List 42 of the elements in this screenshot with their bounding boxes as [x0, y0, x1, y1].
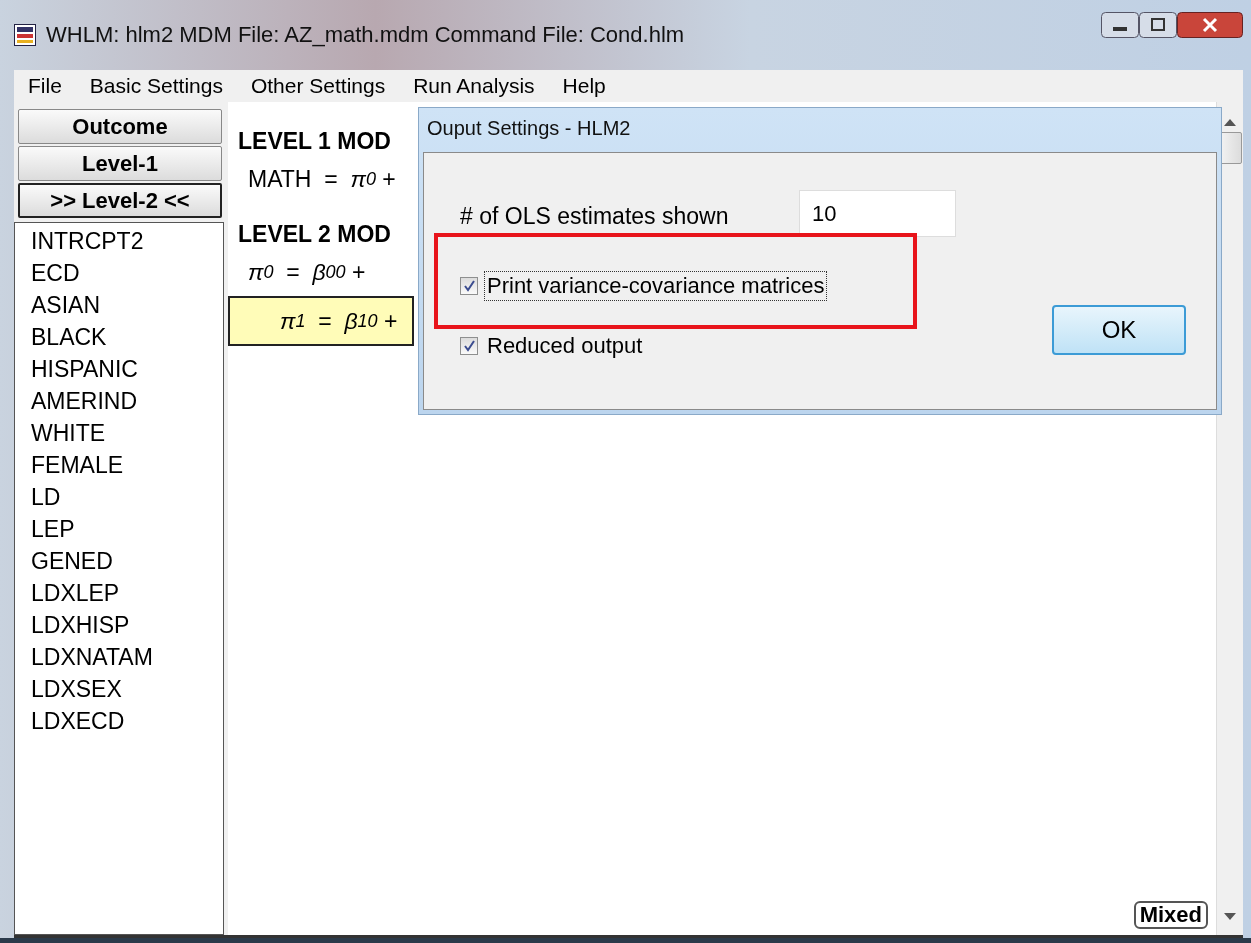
- close-icon[interactable]: [1177, 12, 1243, 38]
- variable-item[interactable]: LDXHISP: [31, 609, 130, 641]
- level-button[interactable]: Outcome: [18, 109, 222, 144]
- app-icon: [14, 24, 36, 46]
- variable-item[interactable]: INTRCPT2: [31, 225, 144, 257]
- variable-item[interactable]: ECD: [31, 257, 80, 289]
- level-button[interactable]: >> Level-2 <<: [18, 183, 222, 218]
- variable-item[interactable]: GENED: [31, 545, 113, 577]
- section-heading: LEVEL 2 MOD: [238, 221, 391, 248]
- scroll-up-icon[interactable]: [1224, 118, 1236, 126]
- field-label: # of OLS estimates shown: [460, 203, 729, 230]
- checkbox-label[interactable]: Reduced output: [484, 331, 646, 361]
- menu-item[interactable]: File: [14, 74, 76, 98]
- variable-item[interactable]: LDXNATAM: [31, 641, 153, 673]
- menu-item[interactable]: Basic Settings: [75, 74, 237, 98]
- maximize-icon[interactable]: [1139, 12, 1177, 38]
- variable-item[interactable]: LDXSEX: [31, 673, 122, 705]
- variable-item[interactable]: FEMALE: [31, 449, 124, 481]
- menu-item[interactable]: Help: [548, 74, 620, 98]
- variable-item[interactable]: WHITE: [31, 417, 106, 449]
- window-title: WHLM: hlm2 MDM File: AZ_math.mdm Command File: Cond.hlm: [46, 22, 685, 48]
- section-heading: LEVEL 1 MOD: [238, 128, 391, 155]
- checkbox-label[interactable]: Print variance-covariance matrices: [484, 271, 828, 301]
- variable-item[interactable]: LEP: [31, 513, 75, 545]
- variable-item[interactable]: AMERIND: [31, 385, 138, 417]
- variable-item[interactable]: LD: [31, 481, 61, 513]
- scroll-down-icon[interactable]: [1224, 913, 1236, 921]
- variable-item[interactable]: LDXECD: [31, 705, 125, 737]
- variable-item[interactable]: BLACK: [31, 321, 107, 353]
- level-button[interactable]: Level-1: [18, 146, 222, 181]
- variable-item[interactable]: LDXLEP: [31, 577, 120, 609]
- input-field[interactable]: 10: [799, 190, 956, 237]
- ok-button[interactable]: OK: [1052, 305, 1186, 355]
- mode-badge[interactable]: Mixed: [1133, 901, 1208, 929]
- variable-item[interactable]: HISPANIC: [31, 353, 138, 385]
- checkbox[interactable]: [460, 337, 478, 355]
- variable-item[interactable]: ASIAN: [31, 289, 101, 321]
- menu-item[interactable]: Run Analysis: [399, 74, 549, 98]
- dialog-title: Ouput Settings - HLM2: [426, 115, 632, 141]
- checkbox[interactable]: [460, 277, 478, 295]
- minimize-icon[interactable]: [1101, 12, 1139, 38]
- menu-item[interactable]: Other Settings: [236, 74, 400, 98]
